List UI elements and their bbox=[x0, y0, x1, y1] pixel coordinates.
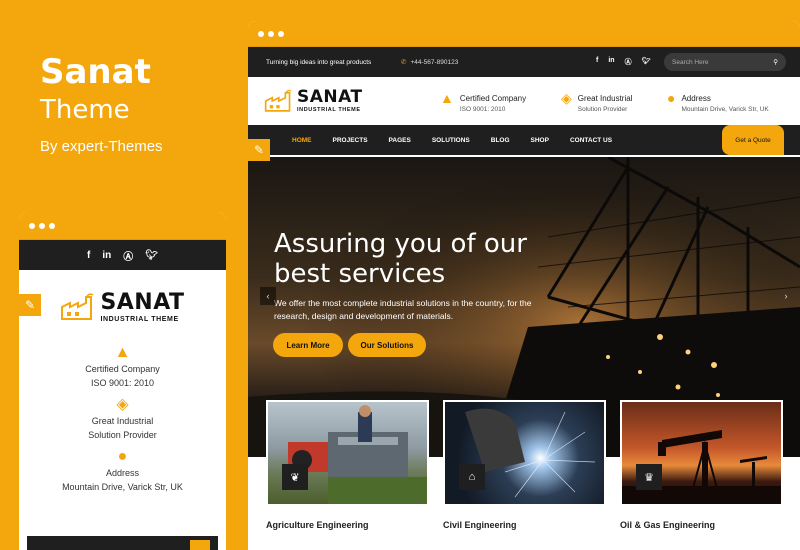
brand-name: SANAT INDUSTRIAL THEME bbox=[100, 289, 185, 323]
promo-title: Sanat bbox=[40, 52, 151, 92]
menu-toggle-button[interactable] bbox=[190, 540, 210, 550]
service-card[interactable]: ⌂ Civil Engineering bbox=[443, 400, 606, 530]
globe-icon: ● bbox=[117, 448, 128, 465]
promo-byline: By expert-Themes bbox=[40, 138, 163, 155]
social-links: f in Ⓐ 🐦︎ bbox=[596, 57, 650, 67]
linkedin-icon[interactable]: in bbox=[608, 57, 614, 67]
window-titlebar bbox=[248, 21, 800, 47]
search-icon[interactable]: ⚲ bbox=[773, 58, 778, 66]
header-info-address: ● Address Mountain Drive, Varick Str, UK bbox=[667, 90, 769, 113]
desktop-window: Turning big ideas into great products ✆ +… bbox=[248, 21, 800, 550]
facebook-icon[interactable]: f bbox=[87, 250, 90, 261]
nav-home[interactable]: HOME bbox=[292, 137, 312, 144]
factory-logo-icon bbox=[61, 293, 94, 320]
info-title: Address bbox=[105, 468, 140, 478]
card-title: Civil Engineering bbox=[443, 520, 517, 530]
twitter-icon[interactable]: 🐦︎ bbox=[642, 57, 651, 67]
nav-contact[interactable]: CONTACT US bbox=[570, 137, 612, 144]
brand-name[interactable]: SANAT INDUSTRIAL THEME bbox=[297, 88, 363, 114]
our-solutions-button[interactable]: Our Solutions bbox=[348, 333, 426, 357]
oil-gas-image: ♛ bbox=[620, 400, 783, 506]
linkedin-icon[interactable]: in bbox=[102, 250, 111, 261]
card-title: Oil & Gas Engineering bbox=[620, 520, 716, 530]
slide-heading: Assuring you of our best services bbox=[274, 229, 527, 289]
card-title: Agriculture Engineering bbox=[266, 520, 369, 530]
services-cards: ❦ Agriculture Engineering ⌂ Civil Engine… bbox=[266, 400, 786, 530]
nav-shop[interactable]: SHOP bbox=[531, 137, 549, 144]
certificate-icon: ▲ bbox=[440, 90, 454, 106]
site-header: SANAT INDUSTRIAL THEME ▲ Certified Compan… bbox=[248, 77, 800, 125]
nav-pages[interactable]: PAGES bbox=[389, 137, 411, 144]
header-info-industrial: ◈ Great Industrial Solution Provider bbox=[561, 90, 633, 113]
mobile-logo[interactable]: ✎ SANAT INDUSTRIAL THEME bbox=[19, 276, 226, 338]
info-title: Certified Company bbox=[85, 364, 160, 374]
service-card[interactable]: ♛ Oil & Gas Engineering bbox=[620, 400, 783, 530]
get-quote-button[interactable]: Get a Quote bbox=[722, 125, 784, 155]
skype-icon[interactable]: Ⓐ bbox=[123, 248, 133, 263]
trophy-icon: ◈ bbox=[116, 396, 129, 413]
nav-blog[interactable]: BLOG bbox=[491, 137, 510, 144]
slider-prev-arrow-icon[interactable]: ‹ bbox=[260, 287, 276, 305]
customize-pencil-icon[interactable]: ✎ bbox=[248, 139, 270, 161]
info-sub: Solution Provider bbox=[88, 430, 157, 440]
agriculture-image: ❦ bbox=[266, 400, 429, 506]
globe-icon: ● bbox=[667, 90, 676, 106]
top-tagline: Turning big ideas into great products bbox=[266, 58, 372, 66]
certificate-icon: ▲ bbox=[114, 344, 131, 361]
window-titlebar bbox=[19, 212, 226, 240]
customize-pencil-icon[interactable]: ✎ bbox=[19, 294, 41, 316]
facebook-icon[interactable]: f bbox=[596, 57, 598, 67]
slider-next-arrow-icon[interactable]: › bbox=[778, 287, 794, 305]
main-nav: HOME PROJECTS PAGES SOLUTIONS BLOG SHOP … bbox=[248, 125, 800, 155]
phone-icon: ✆ bbox=[401, 59, 407, 66]
trophy-icon: ◈ bbox=[561, 90, 572, 106]
info-sub: ISO 9001: 2010 bbox=[90, 378, 155, 388]
info-sub: Mountain Drive, Varick Str, UK bbox=[62, 482, 183, 492]
learn-more-button[interactable]: Learn More bbox=[273, 333, 343, 357]
mobile-social-bar: f in Ⓐ 🐦︎ bbox=[19, 240, 226, 270]
service-card[interactable]: ❦ Agriculture Engineering bbox=[266, 400, 429, 530]
nav-solutions[interactable]: SOLUTIONS bbox=[432, 137, 470, 144]
nav-projects[interactable]: PROJECTS bbox=[333, 137, 368, 144]
search-input[interactable]: Search Here ⚲ bbox=[664, 53, 786, 71]
top-bar: Turning big ideas into great products ✆ +… bbox=[248, 47, 800, 77]
leaf-icon: ❦ bbox=[282, 464, 308, 490]
promo-subtitle: Theme bbox=[40, 95, 130, 125]
mobile-nav-bar bbox=[27, 536, 218, 550]
info-title: Great Industrial bbox=[91, 416, 154, 426]
civil-image: ⌂ bbox=[443, 400, 606, 506]
factory-logo-icon bbox=[264, 89, 292, 112]
header-info-certified: ▲ Certified Company ISO 9001: 2010 bbox=[440, 90, 527, 113]
mobile-window: f in Ⓐ 🐦︎ ✎ SANAT INDUSTRIAL THEME ▲ Cert… bbox=[19, 212, 226, 550]
home-icon: ⌂ bbox=[459, 464, 485, 490]
phone-number[interactable]: ✆ +44-567-890123 bbox=[401, 58, 462, 66]
slide-text: We offer the most complete industrial so… bbox=[274, 298, 532, 321]
skype-icon[interactable]: Ⓐ bbox=[625, 57, 632, 67]
twitter-icon[interactable]: 🐦︎ bbox=[145, 250, 158, 261]
fire-extinguisher-icon: ♛ bbox=[636, 464, 662, 490]
mobile-info-list: ▲ Certified Company ISO 9001: 2010 ◈ Gre… bbox=[19, 344, 226, 494]
